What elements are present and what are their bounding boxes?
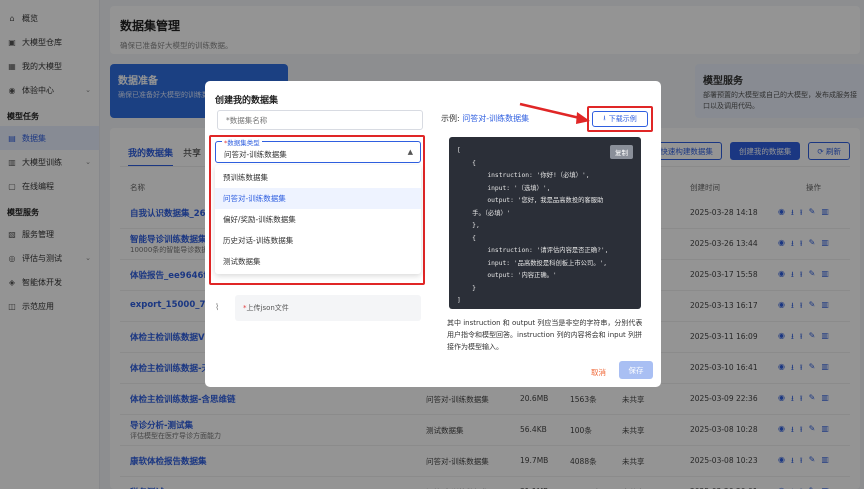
dialog-title: 创建我的数据集 (215, 96, 279, 106)
type-option[interactable]: 测试数据集 (215, 251, 421, 272)
example-code-block: [ { instruction: '你好!（必填）', input: '（选填）… (449, 137, 641, 309)
type-option[interactable]: 历史对话-训练数据集 (215, 230, 421, 251)
cancel-button[interactable]: 取消 (591, 367, 606, 378)
type-option[interactable]: 问答对-训练数据集 (215, 188, 421, 209)
type-select-label: *数据集类型 (222, 137, 262, 147)
create-dataset-dialog: 创建我的数据集 *数据集类型 问答对-训练数据集 ▲ 预训练数据集问答对-训练数… (205, 81, 661, 387)
example-note: 其中 instruction 和 output 列应当是非空的字符串，分别代表用… (447, 319, 643, 351)
type-select-value: 问答对-训练数据集 (224, 150, 287, 159)
upload-row: ⌇ * 上传json文件 (215, 295, 421, 321)
download-icon: ⭳ (603, 113, 606, 122)
upload-json-button[interactable]: * 上传json文件 (235, 295, 421, 321)
dataset-type-select[interactable]: *数据集类型 问答对-训练数据集 ▲ (215, 137, 421, 163)
example-heading: 示例: 问答对-训练数据集 (441, 114, 530, 123)
copy-button[interactable]: 复制 (610, 145, 633, 159)
paperclip-icon: ⌇ (215, 303, 220, 313)
download-label: 下载示例 (608, 115, 637, 123)
type-dropdown-menu: 预训练数据集 问答对-训练数据集 偏好/奖励-训练数据集 历史对话-训练数据集 测试数据… (215, 165, 421, 274)
download-example-button[interactable]: ⭳ 下载示例 (592, 111, 648, 127)
type-option[interactable]: 偏好/奖励-训练数据集 (215, 209, 421, 230)
type-option[interactable]: 预训练数据集 (215, 167, 421, 188)
example-code: [ { instruction: '你好!（必填）', input: '（选填）… (457, 147, 609, 304)
example-type-link[interactable]: 问答对-训练数据集 (462, 114, 529, 123)
dataset-name-input[interactable] (217, 110, 423, 130)
save-button[interactable]: 保存 (619, 361, 653, 379)
chevron-up-icon: ▲ (407, 148, 413, 156)
example-panel: 示例: 问答对-训练数据集 ⭳ 下载示例 [ { instruction: '你好… (441, 106, 653, 351)
